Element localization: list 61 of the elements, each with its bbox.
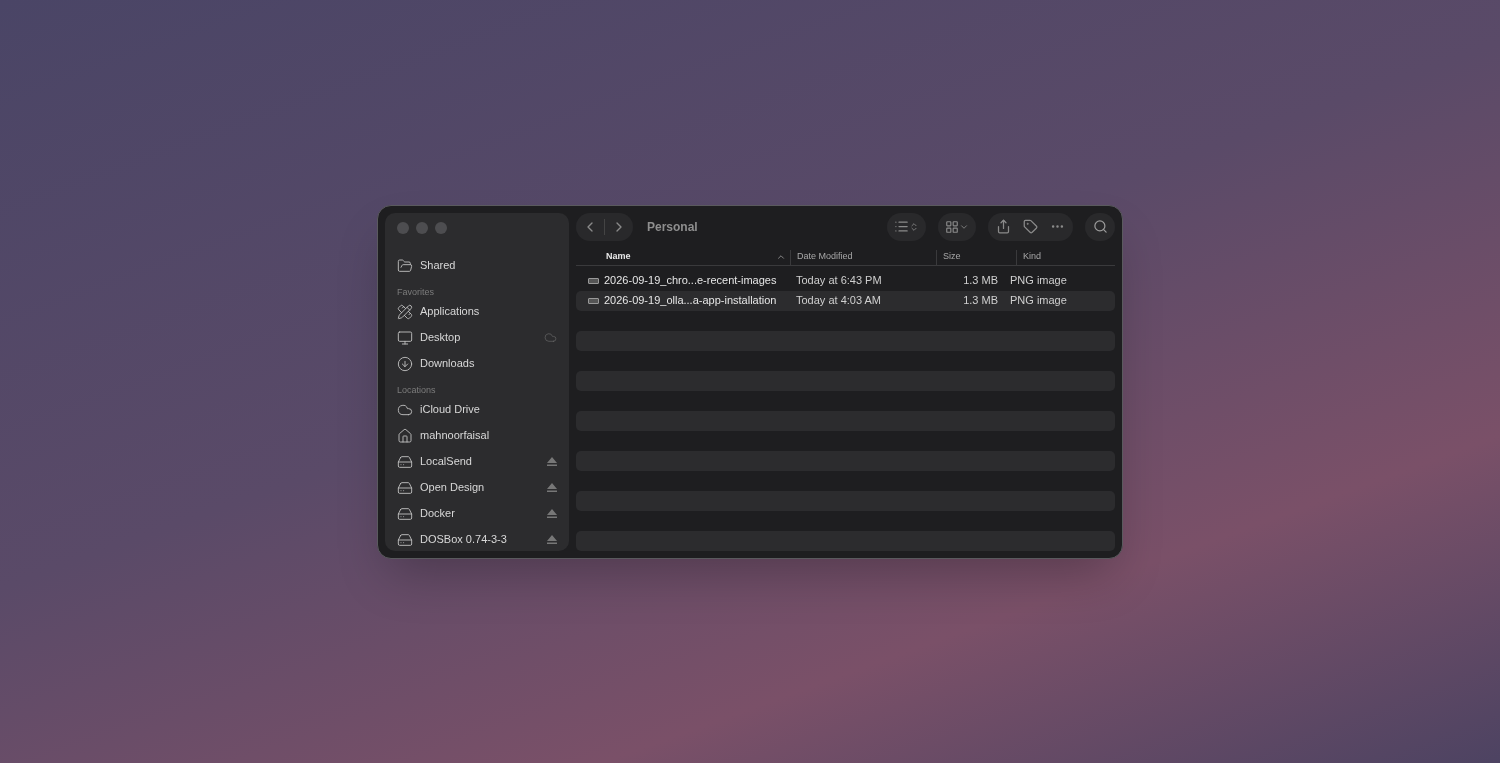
column-header[interactable]: Name (576, 249, 790, 265)
monitor-icon (397, 329, 413, 346)
sidebar-heading: Favorites (396, 285, 435, 299)
sidebar-item[interactable]: LocalSend (385, 448, 569, 475)
sidebar-item[interactable]: iCloud Drive (385, 396, 569, 423)
file-row[interactable]: 2026-09-19_chro...e-recent-images Today at 6:43 PM 1.3 MB PNG image (576, 270, 1115, 291)
kind-cell-text: PNG image (1009, 273, 1067, 289)
column-header[interactable]: Size (936, 249, 1016, 265)
sidebar-item[interactable]: mahnoorfaisal (385, 422, 569, 449)
sidebar-item[interactable]: Downloads (385, 350, 569, 377)
size-cell-text: 1.3 MB (962, 293, 998, 309)
eject-icon[interactable] (547, 509, 557, 518)
eject-icon[interactable] (547, 535, 557, 544)
sidebar-label: DOSBox 0.74-3-3 (420, 532, 508, 548)
image-file-icon (588, 297, 599, 304)
file-row[interactable]: 2026-09-19_olla...a-app-installation Today at 4:03 AM 1.3 MB PNG image (576, 290, 1115, 311)
share-icon[interactable] (996, 219, 1011, 234)
sidebar-item[interactable]: Applications (385, 298, 569, 325)
sidebar-item[interactable]: Desktop (385, 324, 569, 351)
column-header[interactable]: Kind (1016, 249, 1115, 265)
drive-icon (397, 479, 413, 496)
sidebar-item[interactable]: Docker (385, 500, 569, 527)
search-button[interactable] (1085, 212, 1115, 241)
search-icon (1092, 219, 1108, 234)
sidebar-label: iCloud Drive (420, 402, 481, 418)
drive-icon (397, 453, 413, 470)
sidebar-label: Shared (420, 258, 457, 274)
folder-icon (397, 257, 413, 274)
sidebar-item[interactable]: DOSBox 0.74-3-3 (385, 526, 569, 551)
drive-icon (397, 505, 413, 522)
view-button[interactable] (887, 212, 926, 241)
sidebar-item[interactable]: Shared (385, 252, 569, 279)
file-name: 2026-09-19_olla...a-app-installation (604, 293, 777, 309)
kind-cell-text: PNG image (1009, 293, 1067, 309)
size-cell-text: 1.3 MB (962, 273, 998, 289)
house-icon (397, 427, 413, 444)
grid-icon (945, 219, 959, 234)
file-name: 2026-09-19_chro...e-recent-images (604, 273, 777, 289)
updown-icon (909, 221, 919, 232)
date-cell-text: Today at 4:03 AM (795, 293, 882, 309)
sidebar-label: LocalSend (420, 454, 473, 470)
tag-icon[interactable] (1023, 219, 1038, 234)
column-header[interactable]: Date Modified (790, 249, 936, 265)
sidebar-heading: Locations (396, 383, 437, 397)
eject-icon[interactable] (547, 483, 557, 492)
image-file-icon (588, 277, 599, 284)
window-title: Personal (647, 218, 699, 236)
list-icon (894, 219, 909, 234)
eject-icon[interactable] (547, 457, 557, 466)
date-cell-text: Today at 6:43 PM (795, 273, 883, 289)
sidebar-label: Downloads (420, 356, 476, 372)
drive-icon (397, 531, 413, 548)
sidebar-label: Docker (420, 506, 456, 522)
sidebar-item[interactable]: Open Design (385, 474, 569, 501)
group-button[interactable] (938, 212, 976, 241)
download-icon (397, 355, 413, 372)
sidebar-label: Open Design (420, 480, 486, 496)
sidebar-label: Applications (420, 304, 481, 320)
applications-icon (397, 303, 413, 320)
sidebar-label: mahnoorfaisal (420, 428, 491, 444)
sidebar-label: Desktop (420, 330, 462, 346)
